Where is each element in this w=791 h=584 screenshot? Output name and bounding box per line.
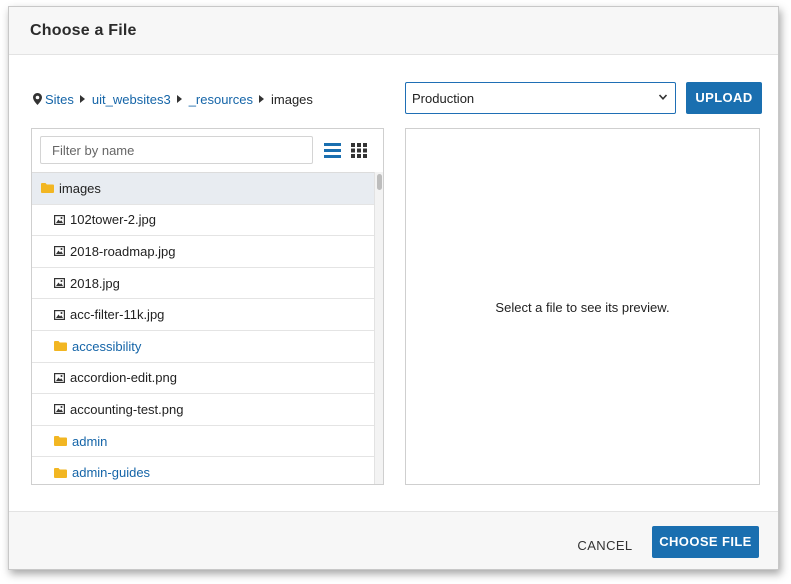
file-name: accordion-edit.png — [70, 370, 177, 386]
folder-icon — [54, 436, 67, 447]
upload-button[interactable]: UPLOAD — [686, 82, 762, 114]
file-preview-panel: Select a file to see its preview. — [405, 128, 760, 485]
folder-name-link: admin-guides — [72, 465, 151, 481]
file-list: images 102tower-2.jpg 2018-roadmap.jpg 2… — [32, 172, 374, 484]
dialog-header: Choose a File — [9, 7, 778, 55]
filter-input[interactable] — [40, 136, 313, 164]
file-browser: images 102tower-2.jpg 2018-roadmap.jpg 2… — [31, 128, 384, 485]
cancel-button[interactable]: CANCEL — [569, 530, 641, 562]
list-item-folder[interactable]: accessibility — [32, 331, 374, 363]
caret-right-icon — [259, 95, 264, 103]
choose-file-button[interactable]: CHOOSE FILE — [652, 526, 759, 558]
dialog-title: Choose a File — [30, 22, 137, 39]
folder-icon — [41, 183, 54, 194]
folder-icon — [54, 467, 67, 478]
choose-file-dialog: Choose a File Sites uit_websites3 _resou… — [8, 6, 779, 570]
list-item-file[interactable]: 2018-roadmap.jpg — [32, 236, 374, 268]
folder-name-link: accessibility — [72, 338, 142, 354]
folder-name-link: admin — [72, 433, 108, 449]
file-name: images — [59, 180, 101, 196]
image-icon — [54, 309, 65, 320]
dialog-footer: CANCEL CHOOSE FILE — [9, 511, 778, 569]
list-item-file[interactable]: accounting-test.png — [32, 394, 374, 426]
image-icon — [54, 278, 65, 289]
file-name: accounting-test.png — [70, 401, 184, 417]
list-item-file[interactable]: accordion-edit.png — [32, 363, 374, 395]
file-list-scrollbar[interactable] — [374, 172, 383, 484]
caret-right-icon — [79, 95, 85, 103]
server-select[interactable]: Production — [405, 82, 676, 114]
caret-right-icon — [176, 95, 182, 103]
breadcrumb: Sites uit_websites3 _resources images — [33, 91, 313, 107]
file-name: 2018-roadmap.jpg — [70, 243, 176, 259]
breadcrumb-link-sites[interactable]: Sites — [45, 92, 74, 107]
server-select-value: Production — [412, 90, 475, 106]
file-name: acc-filter-11k.jpg — [70, 307, 165, 323]
map-pin-icon — [33, 93, 42, 105]
breadcrumb-link-uit-websites3[interactable]: uit_websites3 — [92, 92, 171, 107]
folder-icon — [54, 341, 67, 352]
preview-message: Select a file to see its preview. — [495, 300, 670, 315]
scrollbar-thumb[interactable] — [377, 174, 382, 190]
image-icon — [54, 214, 65, 225]
breadcrumb-current: images — [271, 91, 313, 107]
list-item-file[interactable]: acc-filter-11k.jpg — [32, 299, 374, 331]
list-item-file[interactable]: 102tower-2.jpg — [32, 205, 374, 237]
file-name: 102tower-2.jpg — [70, 212, 156, 228]
breadcrumb-link-resources[interactable]: _resources — [189, 92, 253, 107]
list-view-icon[interactable] — [324, 143, 341, 158]
chevron-down-icon — [658, 94, 668, 100]
list-item-folder[interactable]: admin-guides — [32, 457, 374, 484]
image-icon — [54, 372, 65, 383]
list-item-folder[interactable]: admin — [32, 426, 374, 458]
file-name: 2018.jpg — [70, 275, 120, 291]
list-item-file[interactable]: 2018.jpg — [32, 268, 374, 300]
image-icon — [54, 246, 65, 257]
list-item-folder[interactable]: images — [32, 173, 374, 205]
grid-view-icon[interactable] — [351, 143, 367, 158]
image-icon — [54, 404, 65, 415]
